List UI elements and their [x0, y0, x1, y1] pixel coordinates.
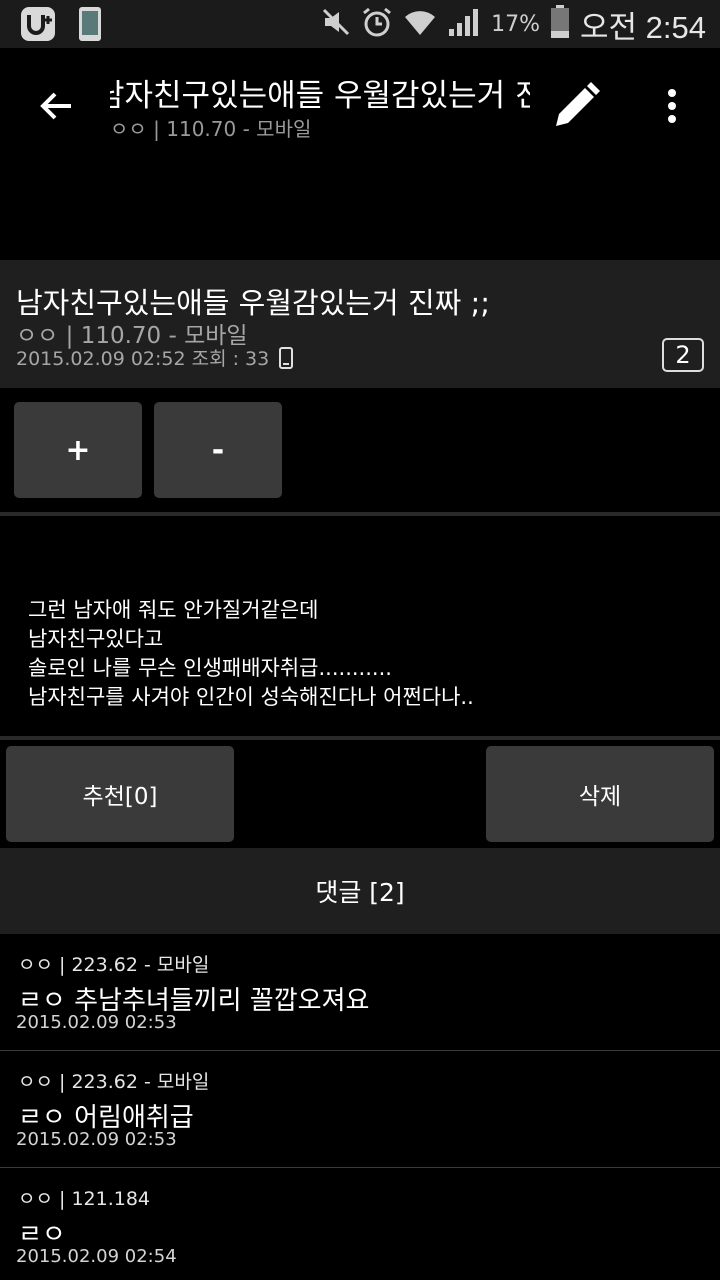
app-bar: 남자친구있는애들 우월감있는거 진짜 ;; ㅇㅇ | 110.70 - 모바일	[0, 48, 720, 258]
comment-author: ㅇㅇ | 121.184	[18, 1188, 151, 1210]
post-body-line: 남자친구를 사겨야 인간이 성숙해진다나 어쩐다나..	[28, 685, 474, 709]
comment-author: ㅇㅇ | 223.62 - 모바일	[18, 954, 210, 976]
phone-icon	[72, 6, 108, 42]
edit-button[interactable]	[548, 78, 604, 134]
arrow-left-icon	[40, 92, 71, 120]
signal-icon	[447, 7, 481, 41]
battery-icon	[550, 5, 570, 43]
vote-row: + -	[0, 388, 720, 512]
comments-header: 댓글 [2]	[0, 848, 720, 934]
upvote-button[interactable]: +	[14, 402, 142, 498]
comment-date: 2015.02.09 02:54	[16, 1246, 177, 1267]
post-header: 남자친구있는애들 우월감있는거 진짜 ;; ㅇㅇ | 110.70 - 모바일 …	[0, 260, 720, 388]
battery-percent: 17%	[491, 11, 540, 37]
post-body-line: 그런 남자애 줘도 안가질거같은데	[28, 598, 319, 622]
delete-button[interactable]: 삭제	[486, 746, 714, 842]
more-options-button[interactable]	[652, 82, 692, 130]
mute-icon	[321, 7, 351, 41]
comment-item[interactable]: ㅇㅇ | 223.62 - 모바일 ㄹㅇ 추남추녀들끼리 꼴깝오져요 2015.…	[0, 934, 720, 1051]
post-body-line: 솔로인 나를 무슨 인생패배자취급...........	[28, 656, 392, 680]
actions-row: 추천[0] 삭제	[0, 740, 720, 848]
uplus-icon	[20, 6, 56, 42]
app-bar-title: 남자친구있는애들 우월감있는거 진짜 ;;	[110, 78, 530, 114]
comment-item[interactable]: ㅇㅇ | 121.184 ㄹㅇ 2015.02.09 02:54	[0, 1168, 720, 1280]
comment-date: 2015.02.09 02:53	[16, 1129, 177, 1150]
downvote-button[interactable]: -	[154, 402, 282, 498]
pencil-icon	[556, 82, 600, 126]
post-body: 그런 남자애 줘도 안가질거같은데 남자친구있다고 솔로인 나를 무슨 인생패배…	[28, 596, 708, 712]
alarm-icon	[361, 6, 393, 42]
more-vert-icon	[668, 89, 676, 123]
divider	[0, 512, 720, 516]
recommend-button[interactable]: 추천[0]	[6, 746, 234, 842]
clock: 오전 2:54	[580, 9, 706, 45]
comment-author: ㅇㅇ | 223.62 - 모바일	[18, 1071, 210, 1093]
comment-count-badge[interactable]: 2	[662, 338, 704, 372]
back-button[interactable]	[32, 82, 80, 130]
comment-item[interactable]: ㅇㅇ | 223.62 - 모바일 ㄹㅇ 어림애취급 2015.02.09 02…	[0, 1051, 720, 1168]
mobile-icon	[279, 346, 294, 369]
post-body-line: 남자친구있다고	[28, 627, 164, 651]
post-meta-text: 2015.02.09 02:52 조회 : 33	[16, 348, 270, 370]
status-bar: 17% 오전 2:54	[0, 0, 720, 48]
wifi-icon	[403, 7, 437, 41]
app-bar-titles: 남자친구있는애들 우월감있는거 진짜 ;; ㅇㅇ | 110.70 - 모바일	[110, 76, 530, 142]
app-bar-subtitle: ㅇㅇ | 110.70 - 모바일	[110, 117, 312, 141]
comment-date: 2015.02.09 02:53	[16, 1012, 177, 1033]
post-meta: 2015.02.09 02:52 조회 : 33	[16, 344, 294, 371]
